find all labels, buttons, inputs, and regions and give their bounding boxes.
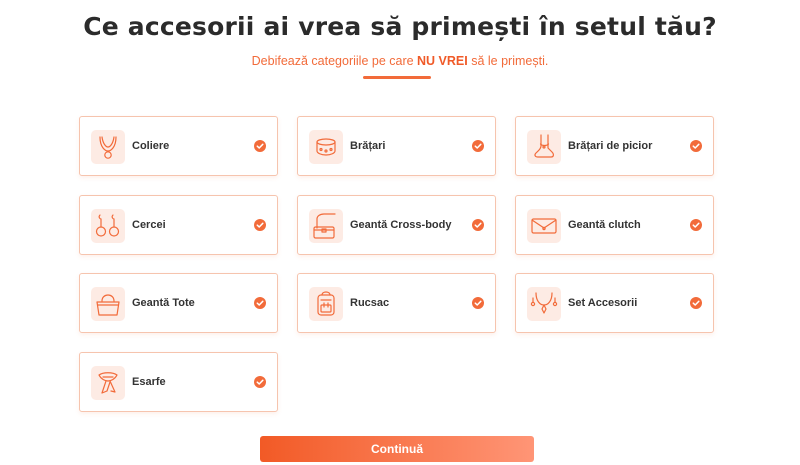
anklet-icon xyxy=(527,130,561,164)
crossbody-bag-icon xyxy=(309,209,343,243)
category-label: Cercei xyxy=(132,219,166,231)
title-underline xyxy=(363,76,431,79)
check-icon[interactable] xyxy=(690,297,702,309)
category-card-rucsac[interactable]: Rucsac xyxy=(297,273,496,333)
category-label: Geantă clutch xyxy=(568,219,641,231)
check-icon[interactable] xyxy=(254,140,266,152)
subtitle-emphasis: NU VREI xyxy=(417,54,468,68)
bracelet-icon xyxy=(309,130,343,164)
backpack-icon xyxy=(309,287,343,321)
check-icon[interactable] xyxy=(690,219,702,231)
category-card-geanta-tote[interactable]: Geantă Tote xyxy=(79,273,278,333)
tote-bag-icon xyxy=(91,287,125,321)
subtitle-text-start: Debifează categoriile pe care xyxy=(251,54,418,68)
continue-button[interactable]: Continuă xyxy=(260,436,534,462)
category-label: Esarfe xyxy=(132,376,166,388)
check-icon[interactable] xyxy=(472,297,484,309)
category-label: Set Accesorii xyxy=(568,297,638,309)
category-label: Brățari xyxy=(350,140,386,152)
check-icon[interactable] xyxy=(254,376,266,388)
category-card-geanta-cross-body[interactable]: Geantă Cross-body xyxy=(297,195,496,255)
category-card-coliere[interactable]: Coliere xyxy=(79,116,278,176)
check-icon[interactable] xyxy=(472,140,484,152)
category-label: Geantă Tote xyxy=(132,297,195,309)
scarf-icon xyxy=(91,366,125,400)
category-label: Rucsac xyxy=(350,297,390,309)
category-card-geanta-clutch[interactable]: Geantă clutch xyxy=(515,195,714,255)
check-icon[interactable] xyxy=(472,219,484,231)
category-card-cercei[interactable]: Cercei xyxy=(79,195,278,255)
category-card-bratari-de-picior[interactable]: Brățari de picior xyxy=(515,116,714,176)
clutch-bag-icon xyxy=(527,209,561,243)
category-label: Coliere xyxy=(132,140,170,152)
category-label: Brățari de picior xyxy=(568,140,653,152)
category-card-esarfe[interactable]: Esarfe xyxy=(79,352,278,412)
earrings-icon xyxy=(91,209,125,243)
page-subtitle: Debifează categoriile pe care NU VREI să… xyxy=(0,54,800,68)
subtitle-text-end: să le primești. xyxy=(467,54,549,68)
category-card-set-accesorii[interactable]: Set Accesorii xyxy=(515,273,714,333)
accessory-set-icon xyxy=(527,287,561,321)
check-icon[interactable] xyxy=(690,140,702,152)
category-label: Geantă Cross-body xyxy=(350,219,452,231)
check-icon[interactable] xyxy=(254,297,266,309)
necklace-icon xyxy=(91,130,125,164)
check-icon[interactable] xyxy=(254,219,266,231)
category-card-bratari[interactable]: Brățari xyxy=(297,116,496,176)
page-title: Ce accesorii ai vrea să primești în setu… xyxy=(83,12,717,41)
